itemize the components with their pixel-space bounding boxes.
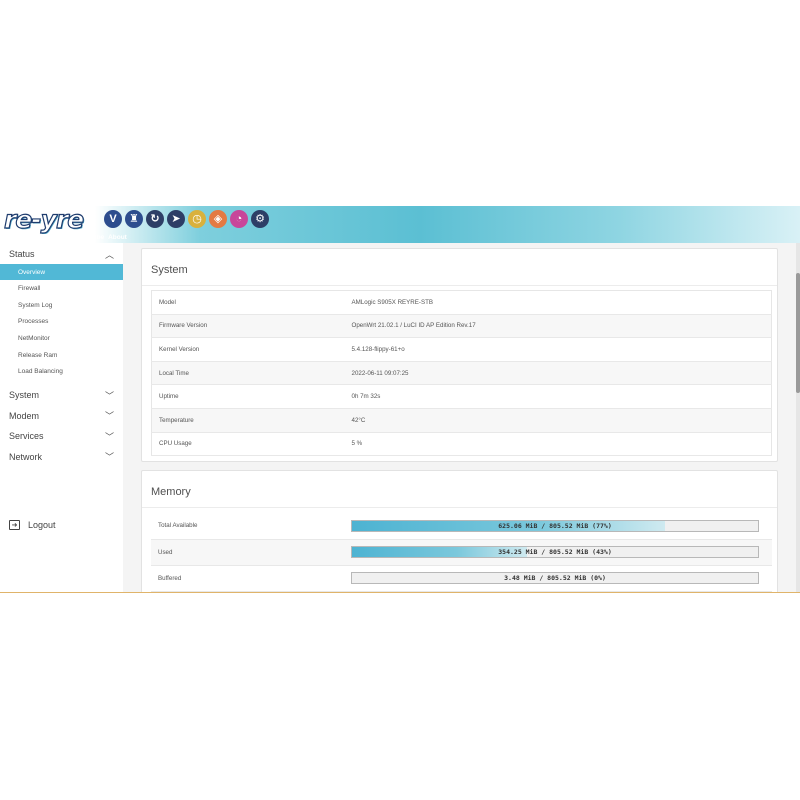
main-content: System Model AMLogic S905X REYRE-STB Firmw… — [123, 243, 796, 592]
top-nav-yacd[interactable]: Yacd — [59, 234, 74, 241]
row-label: Firmware Version — [151, 314, 352, 339]
row-label: Used — [151, 539, 351, 566]
sidebar-group-modem[interactable]: Modem ﹀ — [0, 407, 123, 425]
sidebar-group-label: Modem — [9, 410, 40, 421]
chevron-down-icon: ﹀ — [104, 411, 114, 421]
sidebar-group-services[interactable]: Services ﹀ — [0, 427, 123, 445]
sidebar-item-release-ram[interactable]: Release Ram — [0, 347, 123, 363]
top-nav-modem[interactable]: Modem — [2, 234, 25, 241]
brand-logo[interactable]: re-yre — [3, 206, 84, 233]
memory-card: Memory Total Available 625.06 MiB / 805.5… — [141, 470, 778, 592]
chevron-down-icon: ﹀ — [104, 390, 114, 401]
pie-icon[interactable]: ◔ — [230, 210, 248, 228]
sidebar-item-overview[interactable]: Overview — [0, 264, 123, 280]
row-label: Local Time — [151, 361, 352, 386]
top-nav-about[interactable]: About — [108, 234, 127, 241]
table-row: Uptime 0h 7m 32s — [151, 384, 772, 409]
logout-icon: ➜ — [9, 520, 20, 530]
row-value: 625.06 MiB / 805.52 MiB (77%) — [351, 513, 772, 540]
router-admin-window: re-yre V ♜ ↻ ➤ ◷ ◈ ◔ ⚙ Modem Terminal Yacd Youtube… — [0, 206, 800, 593]
table-row: Kernel Version 5.4.128-flippy-61+o — [151, 337, 772, 362]
row-label: Uptime — [151, 384, 352, 409]
table-row: Buffered 3.48 MiB / 805.52 MiB (0%) — [151, 565, 772, 592]
scrollbar-thumb[interactable] — [796, 273, 800, 393]
memory-progress-bar: 625.06 MiB / 805.52 MiB (77%) — [351, 519, 759, 532]
row-value: 2022-06-11 09:07:25 — [351, 361, 772, 386]
sidebar-group-label: System — [9, 390, 40, 400]
system-table: Model AMLogic S905X REYRE-STB Firmware Ver… — [151, 290, 772, 457]
sidebar-item-load-balancing[interactable]: Load Balancing — [0, 364, 123, 380]
logout-link[interactable]: ➜ Logout — [9, 520, 56, 530]
table-row: Temperature 42°C — [151, 408, 772, 433]
chevron-up-icon: ︿ — [104, 249, 114, 260]
sidebar-group-label: Services — [9, 431, 44, 441]
clock-icon[interactable]: ◷ — [188, 210, 206, 228]
sync-icon[interactable]: ↻ — [146, 210, 164, 228]
row-label: CPU Usage — [151, 432, 352, 457]
row-value: OpenWrt 21.02.1 / LuCI ID AP Edition Rev… — [351, 314, 772, 339]
shirt-icon[interactable]: ♜ — [125, 210, 143, 228]
memory-progress-bar: 354.25 MiB / 805.52 MiB (43%) — [351, 546, 759, 558]
memory-table: Total Available 625.06 MiB / 805.52 MiB (… — [151, 513, 772, 592]
row-label: Total Available — [151, 513, 351, 540]
header-bar: re-yre V ♜ ↻ ➤ ◷ ◈ ◔ ⚙ Modem Terminal Yacd Youtube… — [0, 206, 800, 243]
system-title: System — [151, 264, 188, 276]
top-nav-terminal[interactable]: Terminal — [29, 234, 56, 241]
sidebar-group-network[interactable]: Network ﹀ — [0, 448, 123, 466]
memory-progress-bar: 3.48 MiB / 805.52 MiB (0%) — [351, 572, 759, 584]
row-value: 5.4.128-flippy-61+o — [351, 337, 772, 362]
table-row: Used 354.25 MiB / 805.52 MiB (43%) — [151, 539, 772, 566]
header-icon-bar: V ♜ ↻ ➤ ◷ ◈ ◔ ⚙ — [104, 210, 269, 230]
row-value: 5 % — [351, 432, 772, 457]
chevron-down-icon: ﹀ — [104, 431, 114, 442]
sidebar-item-netmonitor[interactable]: NetMonitor — [0, 330, 123, 346]
v2ray-icon[interactable]: V — [104, 210, 122, 228]
sidebar-group-status[interactable]: Status ︿ — [0, 245, 123, 263]
table-row: Total Available 625.06 MiB / 805.52 MiB (… — [151, 513, 772, 540]
memory-title: Memory — [151, 486, 191, 498]
scrollbar[interactable] — [796, 243, 800, 592]
table-row: Firmware Version OpenWrt 21.02.1 / LuCI I… — [151, 314, 772, 339]
memory-progress-text: 354.25 MiB / 805.52 MiB (43%) — [498, 548, 612, 556]
sidebar-item-processes[interactable]: Processes — [0, 314, 123, 330]
memory-progress-text: 3.48 MiB / 805.52 MiB (0%) — [504, 574, 606, 582]
sidebar-group-label: Network — [9, 451, 43, 462]
top-nav: Modem Terminal Yacd Youtube About — [2, 234, 127, 241]
sidebar: Status ︿ Overview Firewall System Log Proce… — [0, 243, 123, 592]
logout-label: Logout — [28, 520, 56, 530]
table-row: Local Time 2022-06-11 09:07:25 — [151, 361, 772, 386]
sidebar-item-system-log[interactable]: System Log — [0, 297, 123, 313]
sidebar-group-label: Status — [9, 249, 35, 259]
row-label: Buffered — [151, 565, 351, 592]
row-value: 0h 7m 32s — [351, 384, 772, 409]
row-value: 42°C — [351, 408, 772, 433]
row-value: 3.48 MiB / 805.52 MiB (0%) — [351, 565, 772, 592]
chevron-down-icon: ﹀ — [104, 452, 114, 462]
row-value: 354.25 MiB / 805.52 MiB (43%) — [351, 539, 772, 566]
system-card: System Model AMLogic S905X REYRE-STB Firmw… — [141, 248, 778, 462]
table-row: Model AMLogic S905X REYRE-STB — [151, 290, 772, 315]
row-label: Temperature — [151, 408, 352, 433]
memory-progress-text: 625.06 MiB / 805.52 MiB (77%) — [498, 521, 612, 530]
table-row: CPU Usage 5 % — [151, 432, 772, 457]
gear-icon[interactable]: ⚙ — [251, 210, 269, 228]
row-value: AMLogic S905X REYRE-STB — [351, 290, 772, 315]
sidebar-group-system[interactable]: System ﹀ — [0, 386, 123, 404]
top-nav-youtube[interactable]: Youtube — [79, 234, 105, 241]
telegram-icon[interactable]: ➤ — [167, 210, 185, 228]
sidebar-item-firewall[interactable]: Firewall — [0, 281, 123, 297]
wifi-router-icon[interactable]: ◈ — [209, 210, 227, 228]
row-label: Model — [151, 290, 352, 315]
row-label: Kernel Version — [151, 337, 352, 362]
